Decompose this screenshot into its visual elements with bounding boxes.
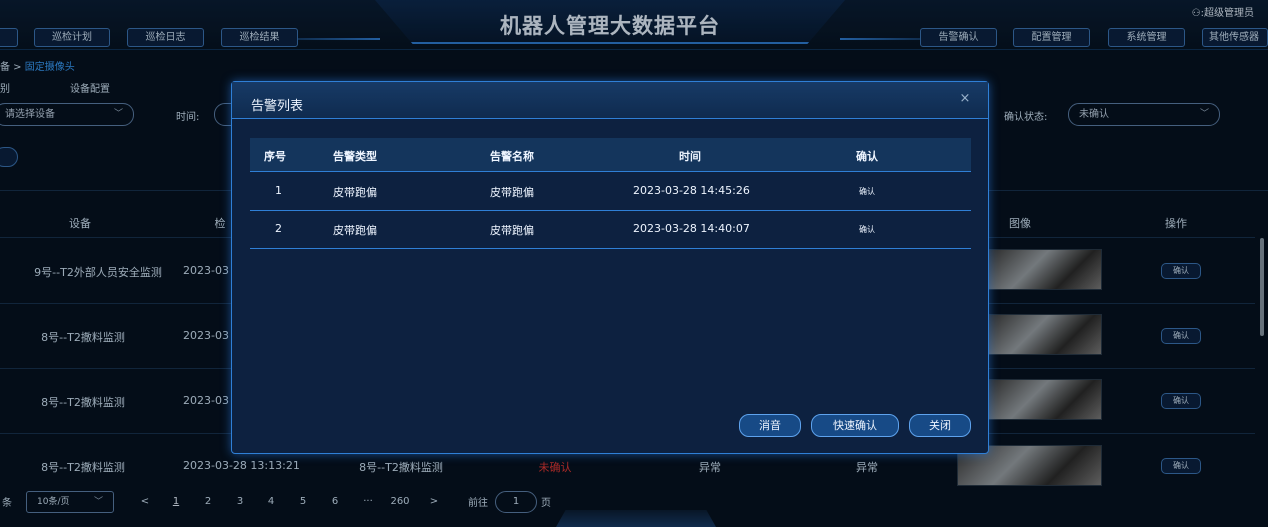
close-button[interactable]: 关闭 <box>909 414 971 437</box>
dialog-confirm-link[interactable]: 确认 <box>859 186 875 197</box>
quick-confirm-button[interactable]: 快速确认 <box>811 414 899 437</box>
dialog-header <box>232 82 988 119</box>
dialog-column-index: 序号 <box>264 150 286 163</box>
dialog-cell-time: 2023-03-28 14:40:07 <box>633 222 750 235</box>
dialog-cell-name: 皮带跑偏 <box>490 224 534 237</box>
alarm-list-dialog: 告警列表 × 序号 告警类型 告警名称 时间 确认 1 皮带跑偏 皮带跑偏 20… <box>231 81 989 454</box>
dialog-header-line <box>250 171 971 172</box>
dialog-cell-name: 皮带跑偏 <box>490 186 534 199</box>
dialog-cell-type: 皮带跑偏 <box>333 186 377 199</box>
dialog-column-name: 告警名称 <box>490 150 534 163</box>
dialog-column-confirm: 确认 <box>856 150 878 163</box>
dialog-cell-index: 2 <box>275 222 282 235</box>
dialog-column-time: 时间 <box>679 150 701 163</box>
dialog-row-line <box>250 248 971 249</box>
dialog-cell-time: 2023-03-28 14:45:26 <box>633 184 750 197</box>
close-icon[interactable]: × <box>958 91 972 106</box>
dialog-confirm-link[interactable]: 确认 <box>859 224 875 235</box>
dialog-cell-index: 1 <box>275 184 282 197</box>
dialog-title: 告警列表 <box>251 99 304 114</box>
dialog-row-line <box>250 210 971 211</box>
dialog-column-type: 告警类型 <box>333 150 377 163</box>
dialog-cell-type: 皮带跑偏 <box>333 224 377 237</box>
mute-button[interactable]: 消音 <box>739 414 801 437</box>
